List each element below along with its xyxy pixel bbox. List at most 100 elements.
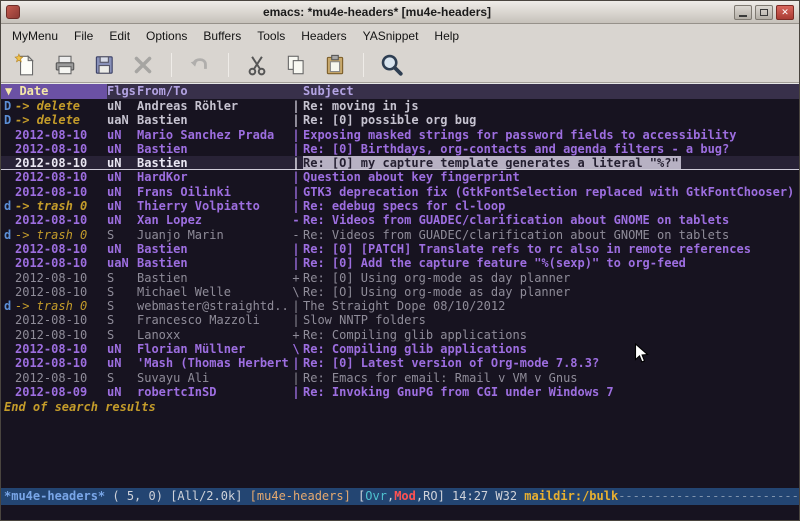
search-button[interactable] [377,50,407,80]
thread-indicator: + [289,328,303,342]
message-row[interactable]: 2012-08-10SSuvayu Ali|Re: Emacs for emai… [1,371,799,385]
message-subject: Question about key fingerprint [303,170,799,184]
message-row[interactable]: d-> trash 0uNThierry Volpiatto|Re: edebu… [1,199,799,213]
message-date: 2012-08-10 [15,242,107,256]
menu-item-headers[interactable]: Headers [293,26,354,46]
message-date: 2012-08-10 [15,371,107,385]
message-date: 2012-08-10 [15,185,107,199]
cut-button[interactable] [242,50,272,80]
save-button[interactable] [89,50,119,80]
maximize-icon [760,9,768,16]
column-flags[interactable]: Flgs [107,84,137,99]
thread-indicator: - [289,213,303,227]
message-mark [1,256,15,270]
thread-indicator: | [289,371,303,385]
message-row[interactable]: 2012-08-10uaNBastien|Re: [0] Add the cap… [1,256,799,270]
menu-item-tools[interactable]: Tools [249,26,293,46]
message-subject: Re: [0] Using org-mode as day planner [303,271,799,285]
message-subject: Slow NNTP folders [303,313,799,327]
message-from: Bastien [137,271,289,285]
message-date: 2012-08-10 [15,128,107,142]
message-row[interactable]: 2012-08-10SLanoxx+Re: Compiling glib app… [1,328,799,342]
message-row[interactable]: 2012-08-09uNrobertcInSD|Re: Invoking Gnu… [1,385,799,399]
message-flags: uN [107,156,137,169]
message-row[interactable]: 2012-08-10SBastien+Re: [0] Using org-mod… [1,271,799,285]
thread-indicator: | [289,242,303,256]
message-subject: Re: [O] my capture template generates a … [303,156,681,169]
message-mark [1,342,15,356]
message-row[interactable]: 2012-08-10uN'Mash (Thomas Herbert)|Re: [… [1,356,799,370]
message-flags: uN [107,128,137,142]
menu-item-buffers[interactable]: Buffers [195,26,249,46]
menu-item-yasnippet[interactable]: YASnippet [355,26,427,46]
message-row[interactable]: D-> deleteuaNBastien|Re: [0] possible or… [1,113,799,127]
mode-line: *mu4e-headers* ( 5, 0) [All/2.0k] [mu4e-… [1,488,799,505]
print-button[interactable] [50,50,80,80]
menu-item-help[interactable]: Help [426,26,467,46]
sort-column-date[interactable]: ▼ Date [1,84,107,99]
message-row[interactable]: 2012-08-10SMichael Welle\Re: [O] Using o… [1,285,799,299]
message-row[interactable]: 2012-08-10SFrancesco Mazzoli|Slow NNTP f… [1,313,799,327]
message-from: Florian Müllner [137,342,289,356]
message-row[interactable]: d-> trash 0SJuanjo Marin-Re: Videos from… [1,228,799,242]
title-bar: emacs: *mu4e-headers* [mu4e-headers] ✕ [1,1,799,24]
message-row[interactable]: D-> deleteuNAndreas Röhler|Re: moving in… [1,99,799,113]
close-button[interactable]: ✕ [776,5,794,20]
message-flags: S [107,371,137,385]
message-row[interactable]: 2012-08-10uNBastien|Re: [0] Birthdays, o… [1,142,799,156]
message-date: -> trash 0 [15,299,107,313]
undo-button[interactable] [185,50,215,80]
menu-item-file[interactable]: File [66,26,101,46]
column-from[interactable]: From/To [137,84,289,99]
close-buffer-button[interactable] [128,50,158,80]
message-row[interactable]: 2012-08-10uNBastien|Re: [0] [PATCH] Tran… [1,242,799,256]
message-date: 2012-08-10 [15,285,107,299]
print-icon [53,53,77,77]
message-flags: uN [107,170,137,184]
paste-button[interactable] [320,50,350,80]
column-subject[interactable]: Subject [303,84,799,99]
menu-bar: MyMenuFileEditOptionsBuffersToolsHeaders… [1,24,799,47]
message-subject: Re: [0] Latest version of Org-mode 7.8.3… [303,356,799,370]
message-date: 2012-08-10 [15,256,107,270]
menu-item-options[interactable]: Options [138,26,195,46]
message-row[interactable]: 2012-08-10uNFlorian Müllner\Re: Compilin… [1,342,799,356]
message-date: -> delete [15,113,107,127]
save-icon [92,53,116,77]
message-mark: d [1,228,15,242]
message-from: Bastien [137,113,289,127]
message-subject: Exposing masked strings for password fie… [303,128,799,142]
message-mark [1,285,15,299]
message-row[interactable]: 2012-08-10uNBastien|Re: [O] my capture t… [1,156,799,170]
thread-indicator: | [289,185,303,199]
maximize-button[interactable] [755,5,773,20]
message-flags: uN [107,185,137,199]
message-row[interactable]: 2012-08-10uNFrans Oilinki|GTK3 deprecati… [1,185,799,199]
message-mark [1,170,15,184]
copy-button[interactable] [281,50,311,80]
message-mark [1,156,15,169]
message-row[interactable]: 2012-08-10uNMario Sanchez Prada|Exposing… [1,128,799,142]
modeline-segment-plain: ( 5, 0) [105,489,170,503]
message-from: Bastien [137,142,289,156]
thread-indicator: | [289,113,303,127]
cut-icon [245,53,269,77]
thread-indicator: \ [289,342,303,356]
message-date: -> trash 0 [15,228,107,242]
message-row[interactable]: 2012-08-10uNHardKor|Question about key f… [1,170,799,184]
message-from: Francesco Mazzoli [137,313,289,327]
thread-indicator: | [289,128,303,142]
message-mark: d [1,299,15,313]
message-subject: Re: Videos from GUADEC/clarification abo… [303,228,799,242]
message-row[interactable]: d-> trash 0Swebmaster@straightd...|The S… [1,299,799,313]
new-file-button[interactable] [11,50,41,80]
message-flags: S [107,313,137,327]
message-mark [1,142,15,156]
minimize-button[interactable] [734,5,752,20]
menu-item-mymenu[interactable]: MyMenu [4,26,66,46]
message-from: robertcInSD [137,385,289,399]
message-row[interactable]: 2012-08-10uNXan Lopez-Re: Videos from GU… [1,213,799,227]
menu-item-edit[interactable]: Edit [101,26,138,46]
message-subject: Re: Invoking GnuPG from CGI under Window… [303,385,799,399]
toolbar-separator [228,53,229,77]
